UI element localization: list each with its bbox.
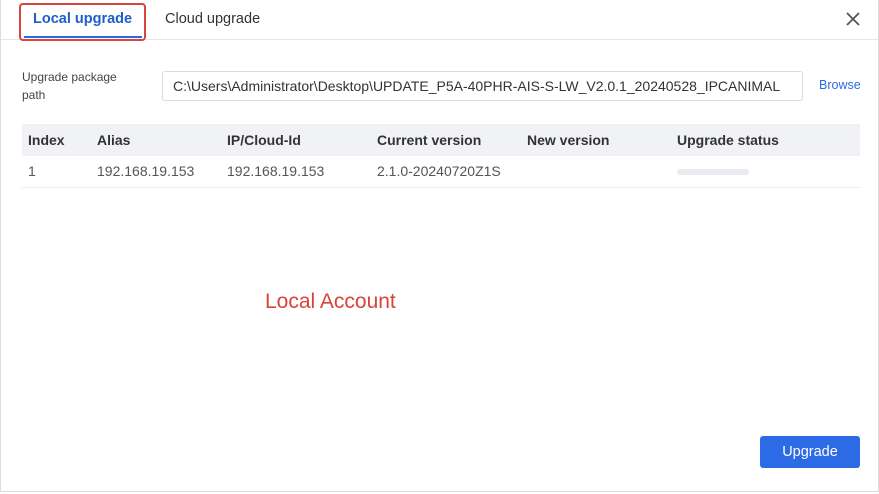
header-alias: Alias bbox=[97, 132, 131, 148]
header-index: Index bbox=[28, 132, 65, 148]
cell-ip: 192.168.19.153 bbox=[227, 163, 325, 179]
upgrade-progress-bar bbox=[677, 169, 749, 175]
annotation-text: Local Account bbox=[265, 290, 396, 313]
device-table: Index Alias IP/Cloud-Id Current version … bbox=[22, 124, 860, 188]
header-ip: IP/Cloud-Id bbox=[227, 132, 301, 148]
path-label: Upgrade package path bbox=[22, 70, 117, 102]
package-path-input[interactable]: C:\Users\Administrator\Desktop\UPDATE_P5… bbox=[162, 71, 803, 101]
cell-current-version: 2.1.0-20240720Z1S bbox=[377, 163, 501, 179]
cell-index: 1 bbox=[28, 163, 36, 179]
header-current-version: Current version bbox=[377, 132, 482, 148]
header-new-version: New version bbox=[527, 132, 610, 148]
tab-cloud-upgrade[interactable]: Cloud upgrade bbox=[165, 0, 260, 39]
header-upgrade-status: Upgrade status bbox=[677, 132, 779, 148]
table-header: Index Alias IP/Cloud-Id Current version … bbox=[22, 124, 860, 156]
close-icon[interactable] bbox=[844, 10, 862, 28]
tab-bar: Local upgrade Cloud upgrade bbox=[1, 0, 878, 41]
upgrade-dialog: Local upgrade Cloud upgrade Upgrade pack… bbox=[0, 0, 879, 492]
highlight-annotation-box bbox=[19, 3, 146, 41]
browse-link[interactable]: Browse bbox=[819, 78, 861, 92]
cell-alias: 192.168.19.153 bbox=[97, 163, 195, 179]
table-row[interactable]: 1 192.168.19.153 192.168.19.153 2.1.0-20… bbox=[22, 156, 860, 188]
upgrade-button[interactable]: Upgrade bbox=[760, 436, 860, 468]
